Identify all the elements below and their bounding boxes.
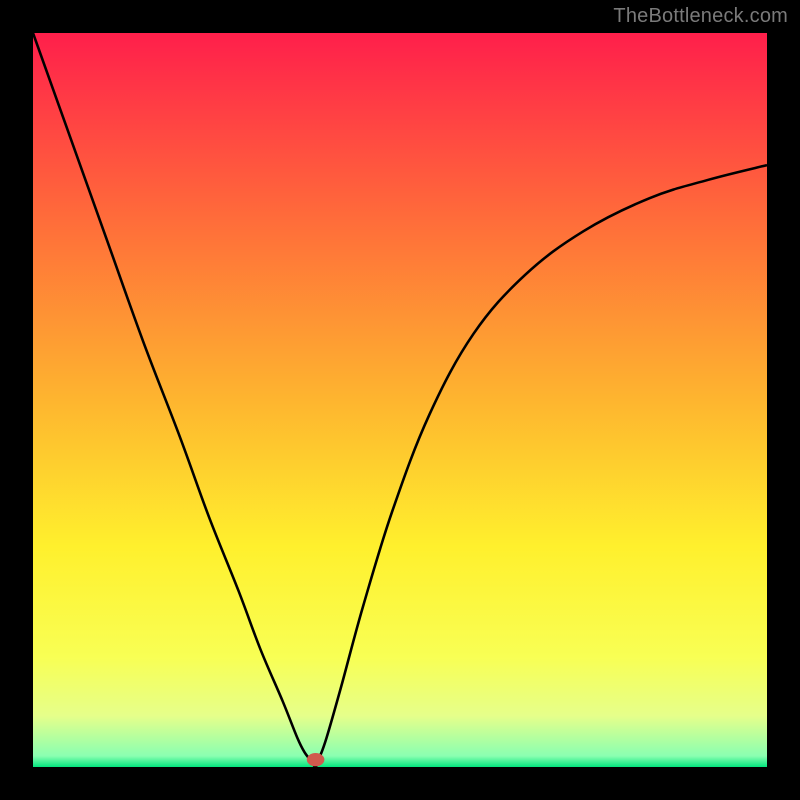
chart-marker [33,33,767,767]
attribution-text: TheBottleneck.com [613,5,788,28]
chart-frame: TheBottleneck.com [0,0,800,800]
plot-area [33,33,767,767]
